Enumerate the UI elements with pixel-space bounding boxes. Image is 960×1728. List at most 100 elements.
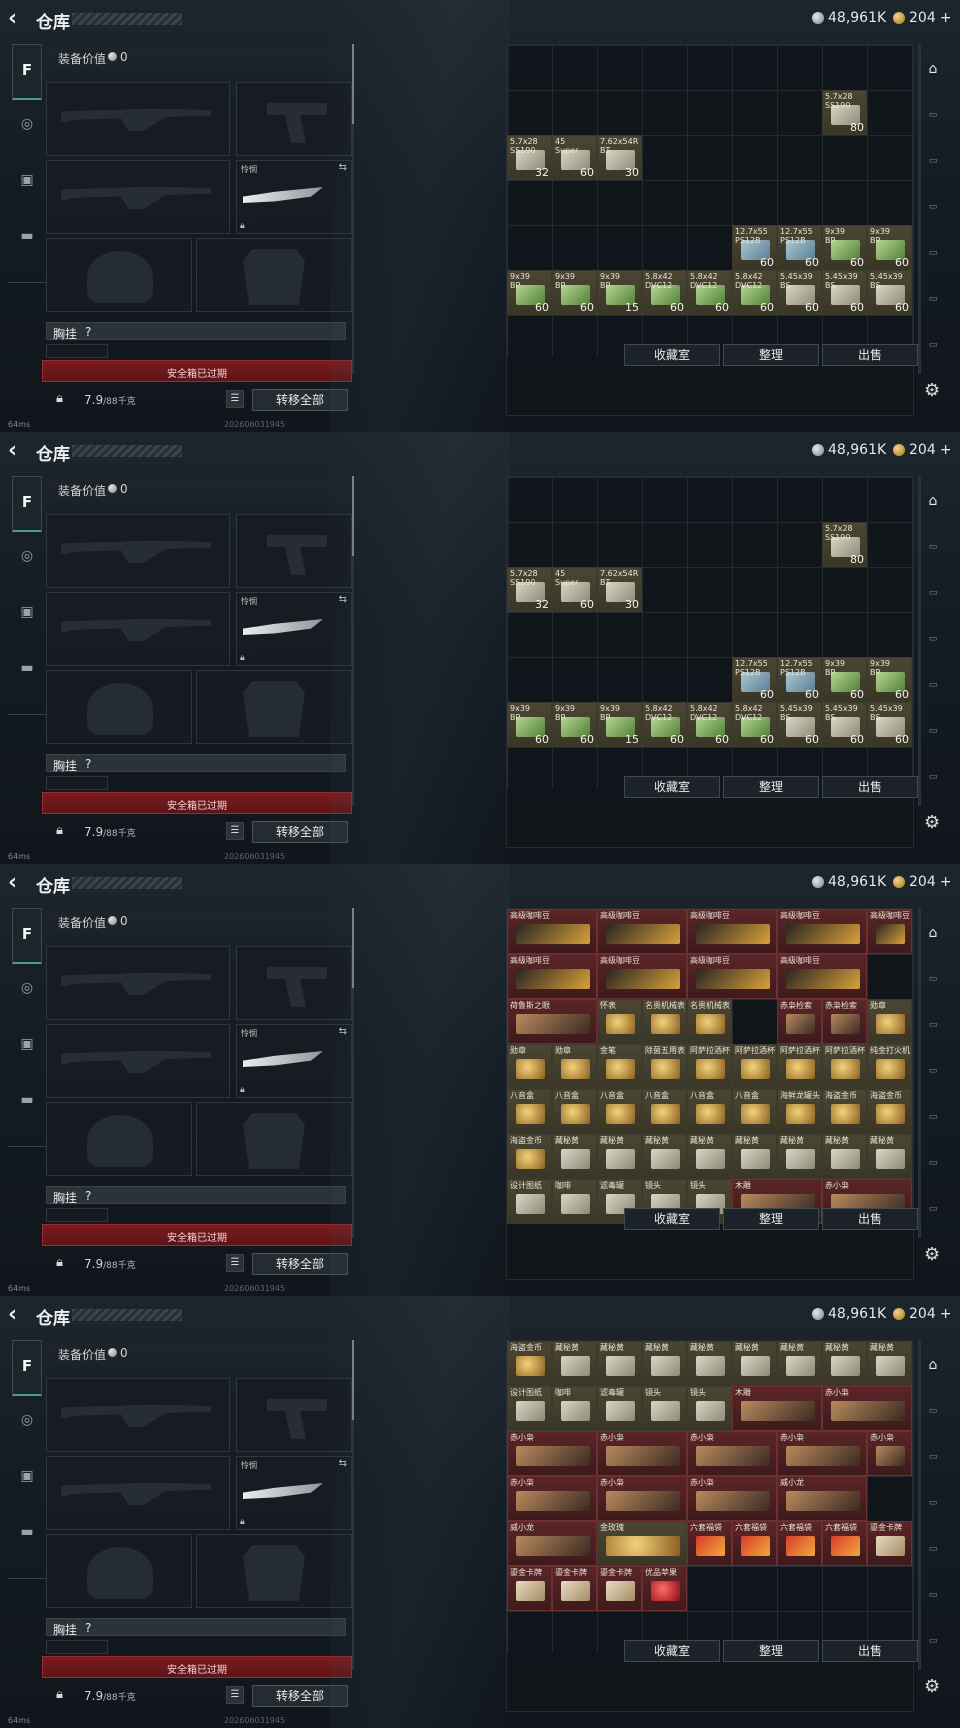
grid-item[interactable]: 六套福袋: [687, 1521, 732, 1566]
armor-tab-icon[interactable]: ◎: [13, 1412, 41, 1452]
equipment-scroll-thumb[interactable]: [352, 908, 354, 988]
primary-weapon-slot[interactable]: [46, 1378, 230, 1452]
grid-item[interactable]: 赤小枭: [867, 1431, 912, 1476]
grid-item[interactable]: 高级咖啡豆: [507, 954, 597, 999]
secondary-weapon-slot[interactable]: [46, 1456, 230, 1530]
backpack-tab-icon[interactable]: ▣: [13, 604, 41, 644]
helmet-slot[interactable]: [46, 1102, 192, 1176]
add-currency-icon[interactable]: +: [940, 874, 952, 890]
backpack-tab-icon[interactable]: ▣: [13, 172, 41, 212]
grid-item[interactable]: 9x39 BP 60: [507, 702, 552, 747]
warehouse-tab-icon[interactable]: ⌂: [920, 920, 946, 946]
warehouse-tab-icon[interactable]: ▭: [920, 1012, 946, 1038]
grid-item[interactable]: 藏秘黄: [822, 1341, 867, 1386]
add-currency-icon[interactable]: +: [940, 10, 952, 26]
weapon-tab-icon[interactable]: F: [12, 1340, 42, 1396]
safe-case-expired-bar[interactable]: 安全箱已过期: [42, 792, 352, 814]
grid-item[interactable]: 7.62x54R BT 30: [597, 135, 642, 180]
helmet-slot[interactable]: [46, 238, 192, 312]
armor-tab-icon[interactable]: ◎: [13, 116, 41, 156]
case-tab-icon[interactable]: ▬: [13, 1524, 41, 1564]
grid-item[interactable]: 藏秘黄: [552, 1134, 597, 1179]
grid-item[interactable]: 八音盒: [552, 1089, 597, 1134]
warehouse-tab-icon[interactable]: ▭: [920, 1196, 946, 1222]
move-all-button[interactable]: 转移全部: [252, 389, 348, 411]
warehouse-tab-icon[interactable]: ▭: [920, 1104, 946, 1130]
primary-weapon-slot[interactable]: [46, 82, 230, 156]
grid-item[interactable]: 海盗金币: [822, 1089, 867, 1134]
settings-gear-icon[interactable]: ⚙: [924, 380, 940, 401]
grid-item[interactable]: 海盗金币: [507, 1341, 552, 1386]
grid-item[interactable]: 5.8x42 DVC12 60: [642, 702, 687, 747]
grid-item[interactable]: 威小龙: [507, 1521, 597, 1566]
weapon-tab-icon[interactable]: F: [12, 908, 42, 964]
grid-item[interactable]: 7.62x54R BT 30: [597, 567, 642, 612]
grid-item[interactable]: 45 Super 60: [552, 135, 597, 180]
back-icon[interactable]: ‹: [8, 440, 28, 462]
grid-item[interactable]: 高级咖啡豆: [687, 954, 777, 999]
grid-item[interactable]: 藏秘黄: [777, 1341, 822, 1386]
grid-item[interactable]: 藏秘黄: [642, 1134, 687, 1179]
knife-slot[interactable]: 怜悯 ⇆ 🔒︎: [236, 1024, 352, 1098]
warehouse-tab-icon[interactable]: ▭: [920, 1058, 946, 1084]
chest-rig-slot[interactable]: 胸挂?: [46, 1186, 346, 1205]
equipment-scroll-thumb[interactable]: [352, 476, 354, 556]
safe-case-expired-bar[interactable]: 安全箱已过期: [42, 1656, 352, 1678]
swap-icon[interactable]: ⇆: [339, 1026, 347, 1037]
pistol-slot[interactable]: [236, 82, 352, 156]
chest-rig-slot[interactable]: 胸挂?: [46, 1618, 346, 1637]
grid-item[interactable]: 赤小枭: [687, 1476, 777, 1521]
warehouse-tab-icon[interactable]: ▭: [920, 194, 946, 220]
grid-item[interactable]: 5.45x39 BS 60: [867, 270, 912, 315]
back-icon[interactable]: ‹: [8, 1304, 28, 1326]
safe-case-expired-bar[interactable]: 安全箱已过期: [42, 360, 352, 382]
sell-button[interactable]: 出售: [822, 344, 918, 366]
grid-item[interactable]: 赤枭检索: [822, 999, 867, 1044]
sell-button[interactable]: 出售: [822, 776, 918, 798]
warehouse-tab-icon[interactable]: ▭: [920, 1536, 946, 1562]
primary-weapon-slot[interactable]: [46, 514, 230, 588]
grid-item[interactable]: 藏秘黄: [642, 1341, 687, 1386]
grid-item[interactable]: 高级咖啡豆: [777, 954, 867, 999]
grid-item[interactable]: 5.45x39 BS 60: [777, 270, 822, 315]
settings-gear-icon[interactable]: ⚙: [924, 1244, 940, 1265]
move-all-button[interactable]: 转移全部: [252, 1253, 348, 1275]
grid-item[interactable]: 5.45x39 BS 60: [822, 270, 867, 315]
equipment-scrollbar[interactable]: [352, 908, 354, 1238]
secondary-weapon-slot[interactable]: [46, 1024, 230, 1098]
grid-item[interactable]: 荷鲁斯之眼: [507, 999, 597, 1044]
settings-gear-icon[interactable]: ⚙: [924, 1676, 940, 1697]
add-currency-icon[interactable]: +: [940, 442, 952, 458]
grid-item[interactable]: 除菌五用表: [642, 1044, 687, 1089]
collection-room-button[interactable]: 收藏室: [624, 1640, 720, 1662]
grid-item[interactable]: 9x39 BP 60: [867, 225, 912, 270]
grid-item[interactable]: 勋章: [552, 1044, 597, 1089]
knife-slot[interactable]: 怜悯 ⇆ 🔒︎: [236, 160, 352, 234]
swap-icon[interactable]: ⇆: [339, 162, 347, 173]
warehouse-tab-icon[interactable]: ▭: [920, 626, 946, 652]
grid-item[interactable]: 9x39 BP 60: [822, 657, 867, 702]
warehouse-tab-icon[interactable]: ▭: [920, 672, 946, 698]
swap-icon[interactable]: ⇆: [339, 1458, 347, 1469]
armor-slot[interactable]: [196, 1102, 352, 1176]
case-tab-icon[interactable]: ▬: [13, 228, 41, 268]
grid-item[interactable]: 9x39 BP 60: [822, 225, 867, 270]
grid-item[interactable]: 5.45x39 BS 60: [777, 702, 822, 747]
grid-item[interactable]: 滤毒罐: [597, 1386, 642, 1431]
backpack-tab-icon[interactable]: ▣: [13, 1468, 41, 1508]
knife-slot[interactable]: 怜悯 ⇆ 🔒︎: [236, 592, 352, 666]
grid-item[interactable]: 藏秘黄: [552, 1341, 597, 1386]
grid-item[interactable]: 优品苹果: [642, 1566, 687, 1611]
grid-item[interactable]: 9x39 BP 15: [597, 270, 642, 315]
grid-item[interactable]: 勋章: [867, 999, 912, 1044]
sort-button[interactable]: 整理: [723, 1208, 819, 1230]
sell-button[interactable]: 出售: [822, 1208, 918, 1230]
swap-icon[interactable]: ⇆: [339, 594, 347, 605]
chest-rig-slot[interactable]: 胸挂?: [46, 322, 346, 341]
grid-item[interactable]: 高级咖啡豆: [867, 909, 912, 954]
grid-item[interactable]: 12.7x55 PS12B 60: [732, 225, 777, 270]
primary-weapon-slot[interactable]: [46, 946, 230, 1020]
grid-item[interactable]: 高级咖啡豆: [687, 909, 777, 954]
move-all-button[interactable]: 转移全部: [252, 821, 348, 843]
grid-item[interactable]: 赤枭检索: [777, 999, 822, 1044]
